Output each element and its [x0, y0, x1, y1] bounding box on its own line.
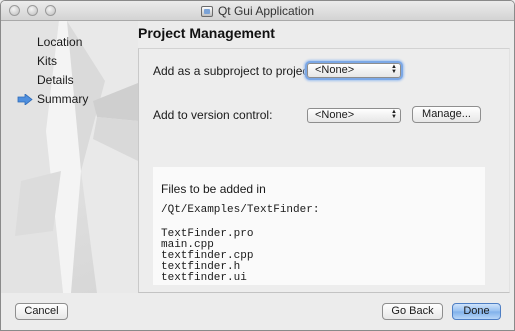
step-label: Location	[37, 35, 83, 49]
step-label: Summary	[37, 92, 89, 106]
wizard-page: Project Management Add as a subproject t…	[138, 21, 510, 293]
step-summary[interactable]: Summary	[1, 90, 138, 109]
step-details[interactable]: Details	[1, 71, 138, 90]
window-title: Qt Gui Application	[217, 4, 315, 18]
cancel-button[interactable]: Cancel	[15, 303, 68, 320]
files-directory: /Qt/Examples/TextFinder:	[161, 204, 320, 216]
project-management-panel: Add as a subproject to project: <None> ▲…	[138, 48, 510, 293]
wizard-steps: Location Kits Details Summary	[1, 33, 138, 109]
subproject-value: <None>	[315, 64, 355, 76]
subproject-combobox[interactable]: <None> ▲ ▼	[307, 63, 401, 78]
arrow-right-icon	[17, 94, 33, 105]
title-bar: Qt Gui Application	[1, 1, 514, 21]
step-label: Details	[37, 73, 74, 87]
step-label: Kits	[37, 54, 58, 68]
file-item: textfinder.ui	[161, 272, 247, 284]
done-button[interactable]: Done	[452, 303, 501, 320]
wizard-sidebar: Location Kits Details Summary	[1, 21, 138, 293]
file-list: TextFinder.pro main.cpp textfinder.cpp t…	[161, 229, 253, 284]
version-control-combobox[interactable]: <None> ▲ ▼	[307, 108, 401, 123]
go-back-button[interactable]: Go Back	[382, 303, 443, 320]
updown-arrows-icon: ▲ ▼	[391, 109, 397, 120]
files-heading: Files to be added in	[161, 182, 266, 196]
version-control-value: <None>	[315, 109, 355, 121]
version-control-label: Add to version control:	[153, 108, 273, 122]
qt-app-icon	[200, 5, 213, 17]
page-title: Project Management	[138, 25, 275, 41]
updown-arrows-icon: ▲ ▼	[391, 64, 397, 75]
files-summary-box: Files to be added in /Qt/Examples/TextFi…	[153, 167, 485, 285]
manage-button[interactable]: Manage...	[412, 106, 481, 123]
step-location[interactable]: Location	[1, 33, 138, 52]
step-kits[interactable]: Kits	[1, 52, 138, 71]
window-title-group: Qt Gui Application	[1, 1, 514, 21]
wizard-window: Qt Gui Application Location Kits Details	[0, 0, 515, 331]
subproject-label: Add as a subproject to project:	[153, 64, 316, 78]
